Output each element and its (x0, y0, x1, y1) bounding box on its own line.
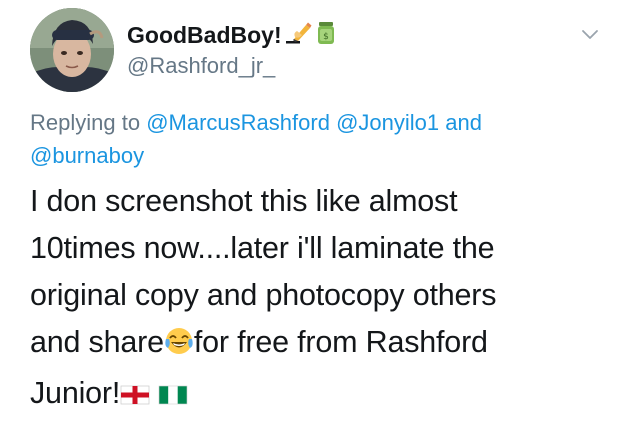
chevron-down-icon[interactable] (580, 28, 600, 42)
tweet-line-1: I don screenshot this like almost (30, 184, 458, 218)
tweet-line-3: original copy and photocopy others (30, 278, 497, 312)
reply-connector[interactable]: and (445, 110, 482, 135)
money-jar-icon: $ (314, 20, 338, 51)
tweet-line-4-end: for free from Rashford (193, 325, 488, 359)
tweet-line-4-start: and share (30, 325, 164, 359)
display-name[interactable]: GoodBadBoy! (127, 22, 282, 49)
england-flag-icon (120, 374, 150, 421)
avatar-photo (30, 8, 114, 92)
tweet-line-5: Junior! (30, 370, 620, 421)
user-handle[interactable]: @Rashford_jr_ (127, 53, 275, 79)
mention-burnaboy[interactable]: @burnaboy (30, 143, 144, 168)
mention-marcusrashford[interactable]: @MarcusRashford (146, 110, 330, 135)
avatar[interactable] (30, 8, 114, 92)
tweet-body: I don screenshot this like almost 10time… (30, 178, 620, 421)
replying-to: Replying to @MarcusRashford @Jonyilo1 an… (30, 106, 610, 172)
writing-hand-icon (284, 21, 312, 50)
tweet-line-4: and share for free from Rashford (30, 319, 620, 370)
display-name-row: GoodBadBoy! $ (127, 20, 338, 50)
mention-jonyilo1[interactable]: @Jonyilo1 (336, 110, 439, 135)
tweet-line-5-text: Junior! (30, 376, 121, 410)
laughing-tears-icon (164, 323, 194, 370)
tweet-line-2: 10times now....later i'll laminate the (30, 231, 495, 265)
svg-text:$: $ (323, 32, 329, 42)
replying-prefix: Replying to (30, 110, 141, 135)
nigeria-flag-icon (158, 374, 188, 421)
tweet-card: GoodBadBoy! $ @Rashford_jr_ Replying to … (0, 0, 626, 420)
